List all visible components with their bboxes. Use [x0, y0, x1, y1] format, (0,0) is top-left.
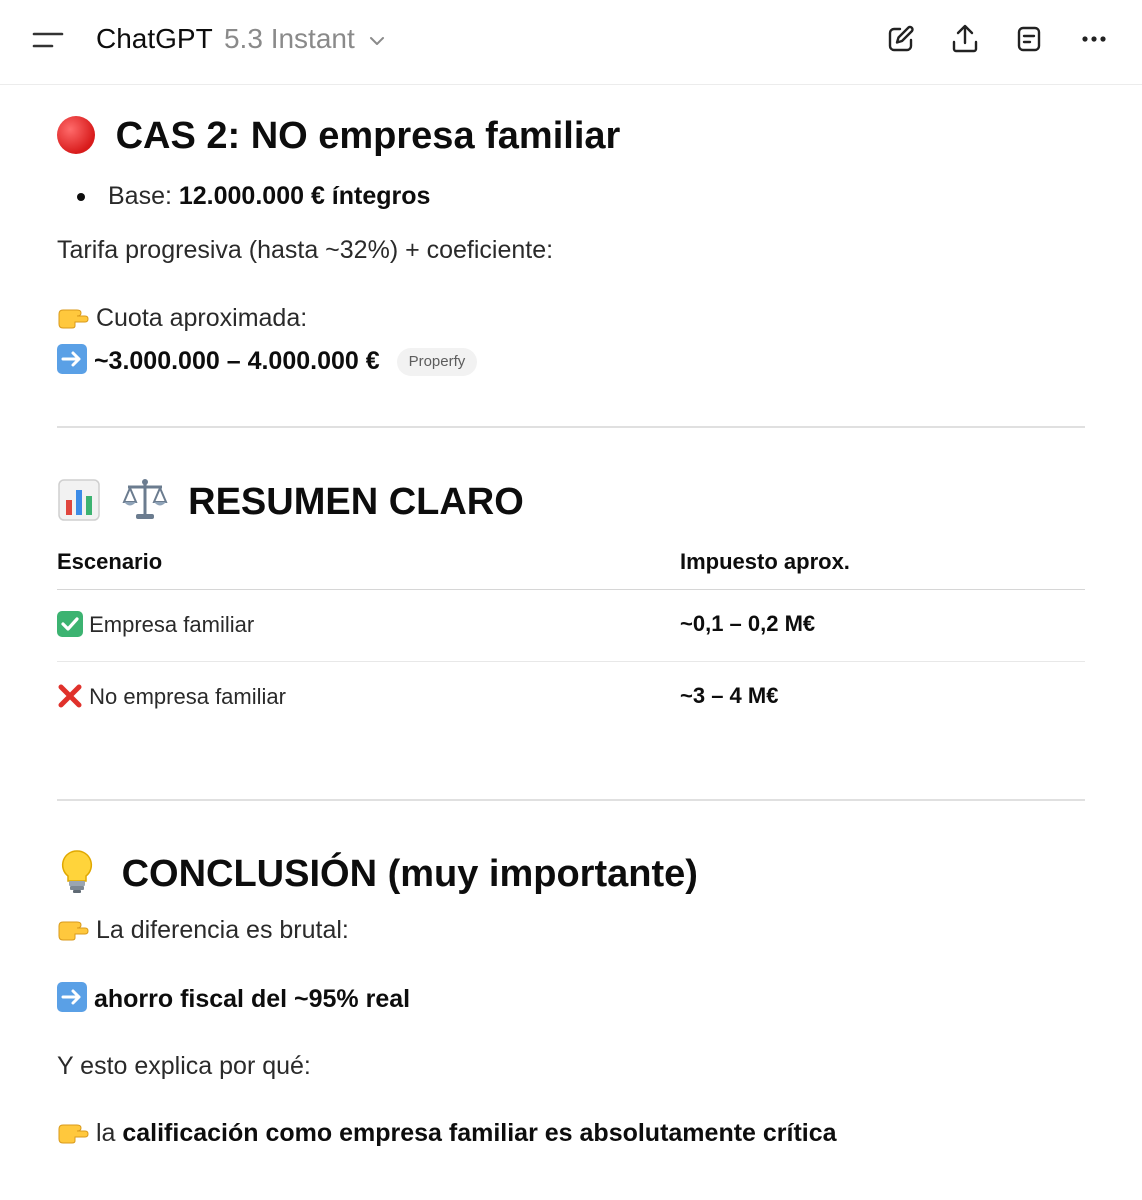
- table-row-2-tax: ~3 – 4 M€: [680, 683, 779, 708]
- table-row-2-scenario: No empresa familiar: [57, 683, 286, 710]
- source-chip[interactable]: Properfy: [396, 348, 478, 377]
- tarifa-text: Tarifa progresiva (hasta ~32%) + coefici…: [57, 236, 554, 264]
- bullet-dot: [77, 193, 85, 201]
- right-arrow-icon: [57, 344, 87, 374]
- model-selector[interactable]: ChatGPT 5.3 Instant: [96, 20, 387, 58]
- conclusion-heading: CONCLUSIÓN (muy importante): [57, 848, 698, 896]
- sidebar-menu-icon[interactable]: [28, 24, 68, 56]
- table-row-1-tax: ~0,1 – 0,2 M€: [680, 611, 816, 636]
- conclusion-line-2: ahorro fiscal del ~95% real: [57, 982, 410, 1015]
- chevron-down-icon: [369, 36, 384, 45]
- cas2-heading: CAS 2: NO empresa familiar: [57, 114, 620, 158]
- balance-scale-icon: [122, 479, 168, 519]
- more-options-icon[interactable]: [1077, 22, 1111, 56]
- light-bulb-icon: [61, 850, 93, 893]
- pointing-hand-icon: [58, 1124, 89, 1144]
- bar-chart-icon: [58, 479, 100, 521]
- pointing-hand-icon: [58, 921, 89, 941]
- right-arrow-icon: [57, 982, 87, 1012]
- check-mark-icon: [57, 611, 83, 637]
- conclusion-line-4: la calificación como empresa familiar es…: [57, 1117, 837, 1149]
- table-row-1-scenario: Empresa familiar: [57, 611, 254, 638]
- table-row-divider: [57, 661, 1085, 662]
- conclusion-line-3: Y esto explica por qué:: [57, 1052, 311, 1080]
- notes-document-icon[interactable]: [1012, 22, 1046, 56]
- column-header-scenario: Escenario: [57, 549, 163, 574]
- cuota-value: ~3.000.000 – 4.000.000 €: [93, 347, 380, 375]
- conclusion-line-2-text: ahorro fiscal del ~95% real: [93, 985, 411, 1013]
- base-bullet: Base: 12.000.000 € íntegros: [108, 180, 430, 212]
- share-upload-icon[interactable]: [948, 22, 982, 56]
- scenario-label: Empresa familiar: [89, 612, 255, 637]
- conclusion-line-1-text: La diferencia es brutal:: [95, 916, 349, 944]
- cuota-label: Cuota aproximada:: [95, 304, 308, 332]
- conclusion-line-4-prefix: la: [95, 1119, 123, 1147]
- conclusion-line-4-bold: calificación como empresa familiar es ab…: [122, 1119, 837, 1147]
- resumen-heading-text: RESUMEN CLARO: [188, 481, 524, 523]
- base-label: Base:: [108, 182, 179, 210]
- divider: [57, 426, 1085, 428]
- conclusion-heading-text: CONCLUSIÓN (muy importante): [121, 853, 698, 895]
- divider: [57, 799, 1085, 801]
- new-chat-edit-icon[interactable]: [884, 22, 918, 56]
- red-circle-icon: [57, 116, 95, 154]
- top-bar: ChatGPT 5.3 Instant: [0, 0, 1142, 85]
- resumen-heading: RESUMEN CLARO: [57, 476, 524, 524]
- model-name: 5.3 Instant: [223, 23, 355, 54]
- conclusion-line-1: La diferencia es brutal:: [57, 914, 349, 946]
- cas2-heading-text: CAS 2: NO empresa familiar: [115, 115, 621, 157]
- cross-mark-icon: [57, 683, 83, 709]
- cuota-value-line: ~3.000.000 – 4.000.000 € Properfy: [57, 344, 478, 377]
- app-name: ChatGPT: [96, 23, 213, 54]
- base-value: 12.000.000 € íntegros: [178, 182, 431, 210]
- column-header-tax: Impuesto aprox.: [680, 549, 850, 574]
- scenario-label: No empresa familiar: [89, 684, 286, 709]
- pointing-hand-icon: [58, 309, 89, 329]
- table-header-divider: [57, 589, 1085, 590]
- cuota-label-line: Cuota aproximada:: [57, 302, 307, 334]
